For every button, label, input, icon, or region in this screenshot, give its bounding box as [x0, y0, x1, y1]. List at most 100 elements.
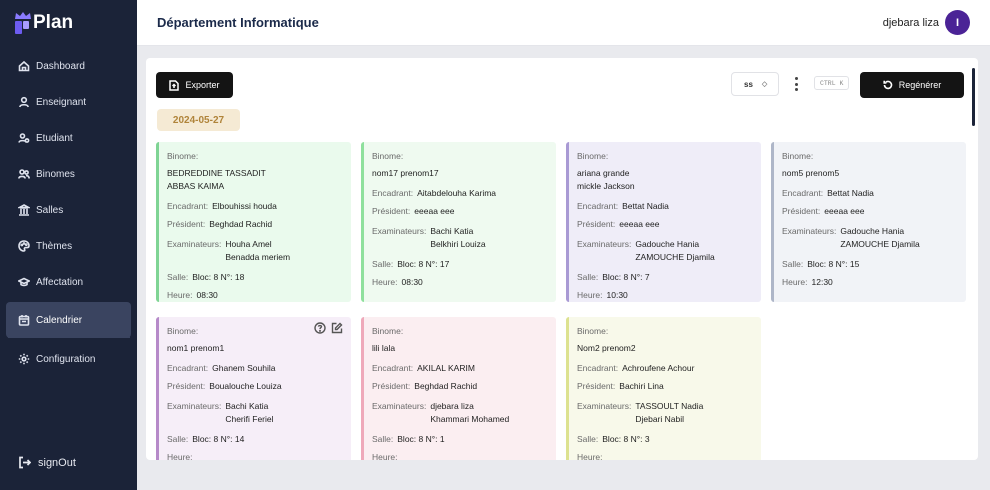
encadrant-value: Elbouhissi houda: [212, 200, 277, 211]
examinateur-name: ZAMOUCHE Djamila: [635, 251, 715, 262]
encadrant-value: Achroufene Achour: [622, 362, 695, 373]
sidebar-item-enseignant[interactable]: Enseignant: [0, 84, 137, 120]
encadrant-label: Encadrant:: [372, 187, 414, 198]
sidebar-item-label: Binomes: [36, 168, 75, 180]
user-icon: [19, 96, 29, 108]
sidebar-item-label: Enseignant: [36, 96, 87, 108]
examinateur-name: Benadda meriem: [225, 251, 291, 262]
soutenance-card[interactable]: Binome: nom17 prenom17 Encadrant: Aitabde…: [361, 142, 556, 302]
sidebar-item-configuration[interactable]: Configuration: [0, 341, 137, 377]
president-value: eeeaa eee: [824, 206, 865, 217]
binome-name: nom5 prenom5: [782, 167, 840, 178]
salle-label: Salle:: [167, 433, 189, 444]
sidebar-item-salles[interactable]: Salles: [0, 192, 137, 228]
encadrant-label: Encadrant:: [577, 200, 619, 211]
heure-label: Heure:: [577, 452, 603, 460]
export-button[interactable]: Exporter: [156, 72, 233, 98]
edit-icon[interactable]: [331, 322, 343, 334]
binome-name: ariana grande: [577, 167, 630, 178]
soutenance-card[interactable]: Binome: BEDREDDINE TASSADIT ABBAS KAIMA …: [156, 142, 351, 302]
examinateur-name: TASSOULT Nadia: [635, 400, 704, 411]
palette-icon: [18, 240, 30, 252]
salle-value: Bloc: 8 N°: 3: [602, 433, 650, 444]
examinateurs-label: Examinateurs:: [577, 400, 632, 411]
salle-value: Bloc: 8 N°: 17: [397, 258, 450, 269]
sidebar-item-dashboard[interactable]: Dashboard: [0, 48, 137, 84]
president-value: eeeaa eee: [414, 206, 455, 217]
sidebar-item-label: Configuration: [36, 353, 96, 365]
soutenance-card[interactable]: Binome: lili lala Encadrant: AKILAL KARIM…: [361, 317, 556, 460]
president-label: Président:: [577, 381, 616, 392]
top-header: Département Informatique djebara liza I: [137, 0, 990, 46]
scrollbar[interactable]: [972, 68, 975, 126]
examinateur-name: Gadouche Hania: [635, 238, 700, 249]
examinateur-name: Bachi Katia: [430, 225, 474, 236]
encadrant-value: AKILAL KARIM: [417, 362, 475, 373]
heure-label: Heure:: [167, 290, 193, 301]
sidebar: Plan Dashboard Enseignant Etudiant Binom…: [0, 0, 137, 490]
examinateurs-label: Examinateurs:: [372, 400, 427, 411]
sidebar-item-themes[interactable]: Thèmes: [0, 228, 137, 264]
regenerate-label: Regénérer: [898, 80, 942, 90]
heure-label: Heure:: [782, 277, 808, 288]
session-select[interactable]: ss ◇: [731, 72, 779, 96]
examinateur-name: ZAMOUCHE Djamila: [840, 238, 920, 249]
examinateurs-label: Examinateurs:: [577, 238, 632, 249]
help-icon[interactable]: [314, 322, 326, 334]
sidebar-item-binomes[interactable]: Binomes: [0, 156, 137, 192]
examinateurs-label: Examinateurs:: [782, 225, 837, 236]
soutenance-card[interactable]: Binome: nom1 prenom1 Encadrant: Ghanem So…: [156, 317, 351, 460]
examinateur-name: djebara liza: [430, 400, 474, 411]
sidebar-item-label: Calendrier: [36, 314, 83, 326]
building-icon: [18, 204, 30, 216]
encadrant-label: Encadrant:: [577, 362, 619, 373]
salle-value: Bloc: 8 N°: 15: [807, 258, 860, 269]
examinateur-name: Houha Amel: [225, 238, 272, 249]
session-select-value: ss: [744, 79, 753, 89]
examinateurs-label: Examinateurs:: [167, 238, 222, 249]
soutenance-card[interactable]: Binome: Nom2 prenom2 Encadrant: Achroufen…: [566, 317, 761, 460]
heure-label: Heure:: [372, 452, 398, 460]
logout-icon: [19, 456, 31, 469]
home-icon: [18, 60, 30, 72]
heure-value: 08:30: [196, 290, 218, 301]
file-export-icon: [169, 79, 180, 91]
salle-label: Salle:: [577, 433, 599, 444]
binome-name: mickle Jackson: [577, 180, 635, 191]
heure-value: 08:30: [401, 277, 423, 288]
sidebar-item-etudiant[interactable]: Etudiant: [0, 120, 137, 156]
examinateurs-label: Examinateurs:: [167, 400, 222, 411]
binome-name: lili lala: [372, 342, 396, 353]
binome-name: nom17 prenom17: [372, 167, 439, 178]
signout-button[interactable]: signOut: [18, 456, 76, 469]
user-name: djebara liza: [882, 16, 939, 29]
sidebar-item-calendrier[interactable]: Calendrier: [6, 302, 131, 338]
app-logo[interactable]: Plan: [14, 12, 73, 34]
regenerate-button[interactable]: Regénérer: [860, 72, 964, 98]
sidebar-item-label: Etudiant: [36, 132, 73, 144]
heure-value: 10:30: [606, 290, 628, 301]
soutenance-card[interactable]: Binome: ariana grande mickle Jackson Enc…: [566, 142, 761, 302]
soutenance-card[interactable]: Binome: nom5 prenom5 Encadrant: Bettat Na…: [771, 142, 966, 302]
president-value: Boualouche Louiza: [209, 381, 282, 392]
sidebar-nav: Dashboard Enseignant Etudiant Binomes Sa…: [0, 48, 137, 340]
binome-label: Binome:: [167, 326, 199, 337]
user-menu[interactable]: djebara liza I: [883, 10, 970, 35]
president-value: Beghdad Rachid: [414, 381, 478, 392]
export-label: Exporter: [185, 80, 220, 90]
avatar[interactable]: I: [945, 10, 970, 35]
users-icon: [18, 133, 30, 143]
sidebar-item-affectation[interactable]: Affectation: [0, 264, 137, 300]
chevron-updown-icon: ◇: [761, 80, 768, 88]
more-options-icon[interactable]: [791, 75, 801, 93]
president-value: Beghdad Rachid: [209, 219, 273, 230]
encadrant-value: Bettat Nadia: [827, 187, 874, 198]
salle-label: Salle:: [372, 433, 394, 444]
sidebar-item-label: Salles: [36, 204, 64, 216]
president-label: Président:: [167, 381, 206, 392]
binome-name: Nom2 prenom2: [577, 342, 636, 353]
salle-label: Salle:: [577, 271, 599, 282]
president-label: Président:: [372, 206, 411, 217]
president-label: Président:: [167, 219, 206, 230]
people-icon: [18, 169, 30, 179]
